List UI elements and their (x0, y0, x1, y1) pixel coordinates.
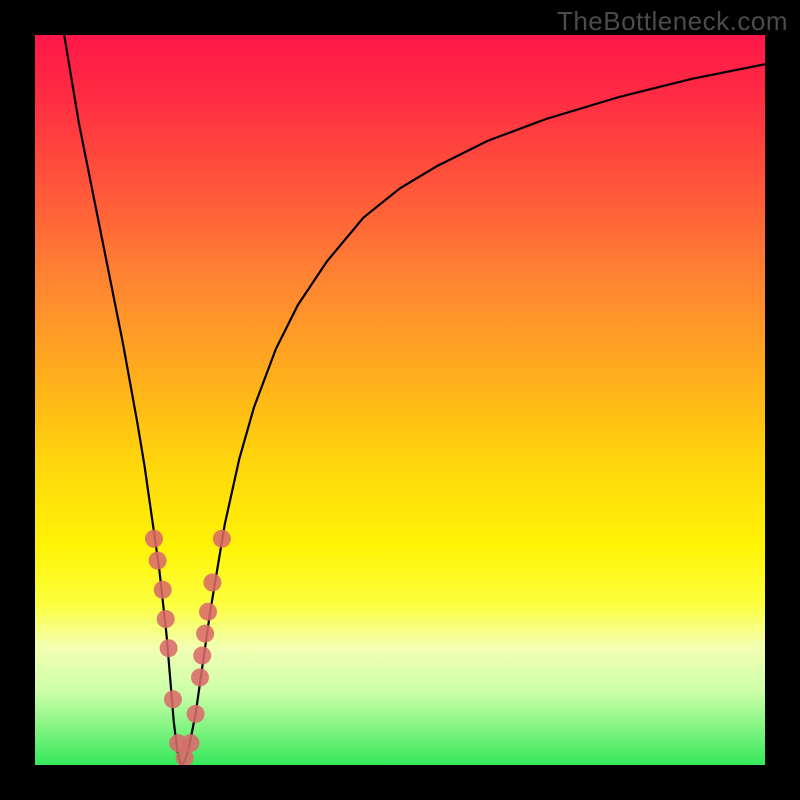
marker-dot (160, 639, 178, 657)
marker-dot (149, 552, 167, 570)
marker-dot (203, 574, 221, 592)
plot-area (35, 35, 765, 765)
marker-dot (154, 581, 172, 599)
marker-dot (164, 690, 182, 708)
marker-dot (157, 610, 175, 628)
marker-dot (145, 530, 163, 548)
chart-frame: TheBottleneck.com (0, 0, 800, 800)
marker-dot (187, 705, 205, 723)
marker-dot (191, 668, 209, 686)
watermark-text: TheBottleneck.com (557, 6, 788, 37)
marker-dot (196, 625, 214, 643)
marker-dot (193, 647, 211, 665)
curve-svg (35, 35, 765, 765)
marker-dot (199, 603, 217, 621)
marker-dot (182, 734, 200, 752)
marker-dot (213, 530, 231, 548)
